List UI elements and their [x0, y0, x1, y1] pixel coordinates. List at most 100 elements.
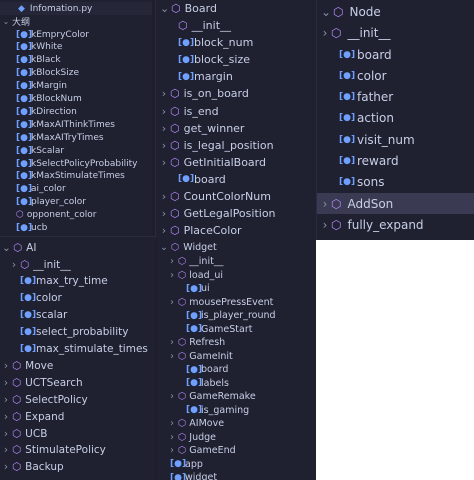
outline-item[interactable]: › ⬡ is_on_board	[156, 85, 316, 102]
outline-item[interactable]: [●] action	[317, 108, 474, 130]
outline-item[interactable]: [●] max_stimulate_times	[0, 341, 155, 358]
chevron-right-icon[interactable]: ›	[321, 26, 329, 40]
outline-item[interactable]: › ⬡ AddSon	[317, 192, 474, 215]
outline-item[interactable]: › ⬡ fully_expand	[317, 214, 474, 236]
outline-item[interactable]: [●] color	[317, 65, 474, 87]
outline-item[interactable]: [●] sons	[317, 172, 474, 194]
chevron-right-icon[interactable]: ›	[168, 270, 176, 281]
outline-item[interactable]: › ⬡ SelectPolicy	[0, 391, 155, 408]
outline-item[interactable]: [●] ui	[158, 282, 316, 297]
outline-item[interactable]: › ⬡ __init__	[0, 256, 155, 273]
chevron-right-icon[interactable]: ›	[168, 391, 176, 402]
outline-section-header[interactable]: ⌄ 大纲	[0, 15, 152, 28]
class-row-widget[interactable]: ⌄ ⬡ Widget	[158, 240, 316, 255]
chevron-right-icon[interactable]: ›	[160, 87, 168, 100]
outline-item[interactable]: › ⬡ is_end	[156, 103, 316, 120]
outline-item[interactable]: [●] kMargin	[0, 80, 152, 93]
chevron-right-icon[interactable]: ›	[168, 432, 176, 443]
chevron-right-icon[interactable]: ›	[160, 224, 168, 237]
chevron-right-icon[interactable]: ›	[168, 418, 176, 429]
chevron-right-icon[interactable]: ›	[2, 444, 10, 456]
chevron-right-icon[interactable]: ›	[160, 105, 168, 118]
outline-item[interactable]: [●] widget	[158, 471, 316, 480]
outline-item[interactable]: [●] kBlockNum	[0, 93, 152, 106]
chevron-right-icon[interactable]: ›	[160, 156, 168, 169]
class-row-board[interactable]: ⌄ ⬡ Board	[156, 0, 316, 17]
outline-item[interactable]: [●] kWhite	[0, 41, 152, 54]
outline-item[interactable]: [●] reward	[317, 150, 474, 172]
outline-item[interactable]: [●] board	[156, 171, 316, 188]
outline-item[interactable]: [●] kMaxAITryTimes	[0, 131, 152, 144]
outline-item[interactable]: › ⬡ load_ui	[158, 268, 316, 283]
outline-item[interactable]: [●] margin	[156, 68, 316, 85]
outline-item[interactable]: › ⬡ is_legal_position	[156, 137, 316, 154]
chevron-right-icon[interactable]: ›	[168, 256, 176, 267]
outline-item[interactable]: [●] GameStart	[158, 322, 316, 337]
outline-item[interactable]: [●] is_player_round	[158, 309, 316, 324]
outline-item[interactable]: › ⬡ get_winner	[156, 120, 316, 137]
outline-item[interactable]: › ⬡ Expand	[0, 408, 155, 425]
outline-item[interactable]: [●] kMaxAIThinkTimes	[0, 118, 152, 131]
outline-item[interactable]: [●] board	[158, 363, 316, 378]
class-row-node[interactable]: ⌄ ⬡ Node	[317, 1, 474, 23]
chevron-right-icon[interactable]: ›	[2, 360, 10, 372]
outline-item[interactable]: [●] kEmpryColor	[0, 28, 152, 41]
chevron-right-icon[interactable]: ›	[168, 297, 176, 308]
outline-item[interactable]: › ⬡ Move	[0, 357, 155, 374]
chevron-right-icon[interactable]: ›	[2, 461, 10, 473]
outline-item[interactable]: [●] max_try_time	[0, 273, 155, 290]
chevron-right-icon[interactable]: ›	[160, 190, 168, 203]
chevron-right-icon[interactable]: ›	[2, 411, 10, 423]
outline-item[interactable]: › ⬡ PlaceColor	[156, 222, 316, 238]
chevron-right-icon[interactable]: ›	[2, 394, 10, 406]
outline-item[interactable]: [●] is_gaming	[158, 403, 316, 418]
outline-item[interactable]: › ⬡ UCB	[0, 425, 155, 442]
outline-item[interactable]: [●] kBlack	[0, 54, 152, 67]
outline-item[interactable]: ⬡ opponent_color	[0, 209, 152, 222]
outline-item[interactable]: [●] kDirection	[0, 105, 152, 118]
chevron-right-icon[interactable]: ›	[10, 259, 18, 271]
outline-item[interactable]: › ⬡ GetLegalPosition	[156, 205, 316, 222]
outline-item[interactable]: › ⬡ GameRemake	[158, 390, 316, 405]
outline-item[interactable]: [●] select_probability	[0, 324, 155, 341]
file-tab[interactable]: ◆ Infomation.py	[0, 2, 152, 15]
outline-item[interactable]: › ⬡ GameEnd	[158, 444, 316, 459]
outline-item[interactable]: › ⬡ GetInitialBoard	[156, 154, 316, 171]
chevron-right-icon[interactable]: ›	[168, 351, 176, 362]
chevron-right-icon[interactable]: ›	[160, 122, 168, 135]
outline-item[interactable]: [●] color	[0, 290, 155, 307]
outline-item[interactable]: › ⬡ __init__	[317, 23, 474, 45]
outline-item[interactable]: ⬡ __init__	[156, 17, 316, 34]
outline-item[interactable]: [●] ucb	[0, 222, 152, 235]
outline-item[interactable]: › ⬡ UCTSearch	[0, 374, 155, 391]
outline-item[interactable]: › ⬡ AIMove	[158, 417, 316, 432]
outline-item[interactable]: [●] scalar	[0, 307, 155, 324]
outline-item[interactable]: [●] board	[317, 44, 474, 66]
outline-item[interactable]: [●] visit_num	[317, 129, 474, 151]
chevron-right-icon[interactable]: ›	[321, 218, 329, 232]
outline-item[interactable]: [●] labels	[158, 376, 316, 391]
outline-item[interactable]: › ⬡ Refresh	[158, 336, 316, 351]
chevron-right-icon[interactable]: ›	[2, 377, 10, 389]
chevron-right-icon[interactable]: ›	[168, 337, 176, 348]
outline-item[interactable]: › ⬡ mousePressEvent	[158, 295, 316, 310]
outline-item[interactable]: [●] kScalar	[0, 144, 152, 157]
outline-item[interactable]: › ⬡ __init__	[158, 255, 316, 270]
outline-item[interactable]: › ⬡ CountColorNum	[156, 188, 316, 205]
outline-item[interactable]: [●] kMaxStimulateTimes	[0, 170, 152, 183]
chevron-right-icon[interactable]: ›	[160, 139, 168, 152]
outline-item[interactable]: [●] app	[158, 457, 316, 472]
chevron-right-icon[interactable]: ›	[2, 428, 10, 440]
outline-item[interactable]: › ⬡ StimulatePolicy	[0, 442, 155, 459]
chevron-right-icon[interactable]: ›	[160, 207, 168, 220]
outline-item[interactable]: [●] kSelectPolicyProbability	[0, 157, 152, 170]
outline-item[interactable]: [●] father	[317, 86, 474, 108]
outline-item[interactable]: [●] ai_color	[0, 183, 152, 196]
outline-item[interactable]: [●] player_color	[0, 196, 152, 209]
chevron-right-icon[interactable]: ›	[321, 197, 329, 211]
outline-item[interactable]: › ⬡ Judge	[158, 430, 316, 445]
outline-item[interactable]: [●] block_size	[156, 51, 316, 68]
class-row-ai[interactable]: ⌄ ⬡ AI	[0, 239, 155, 256]
outline-item[interactable]: [●] kBlockSize	[0, 67, 152, 80]
outline-item[interactable]: [●] block_num	[156, 34, 316, 51]
